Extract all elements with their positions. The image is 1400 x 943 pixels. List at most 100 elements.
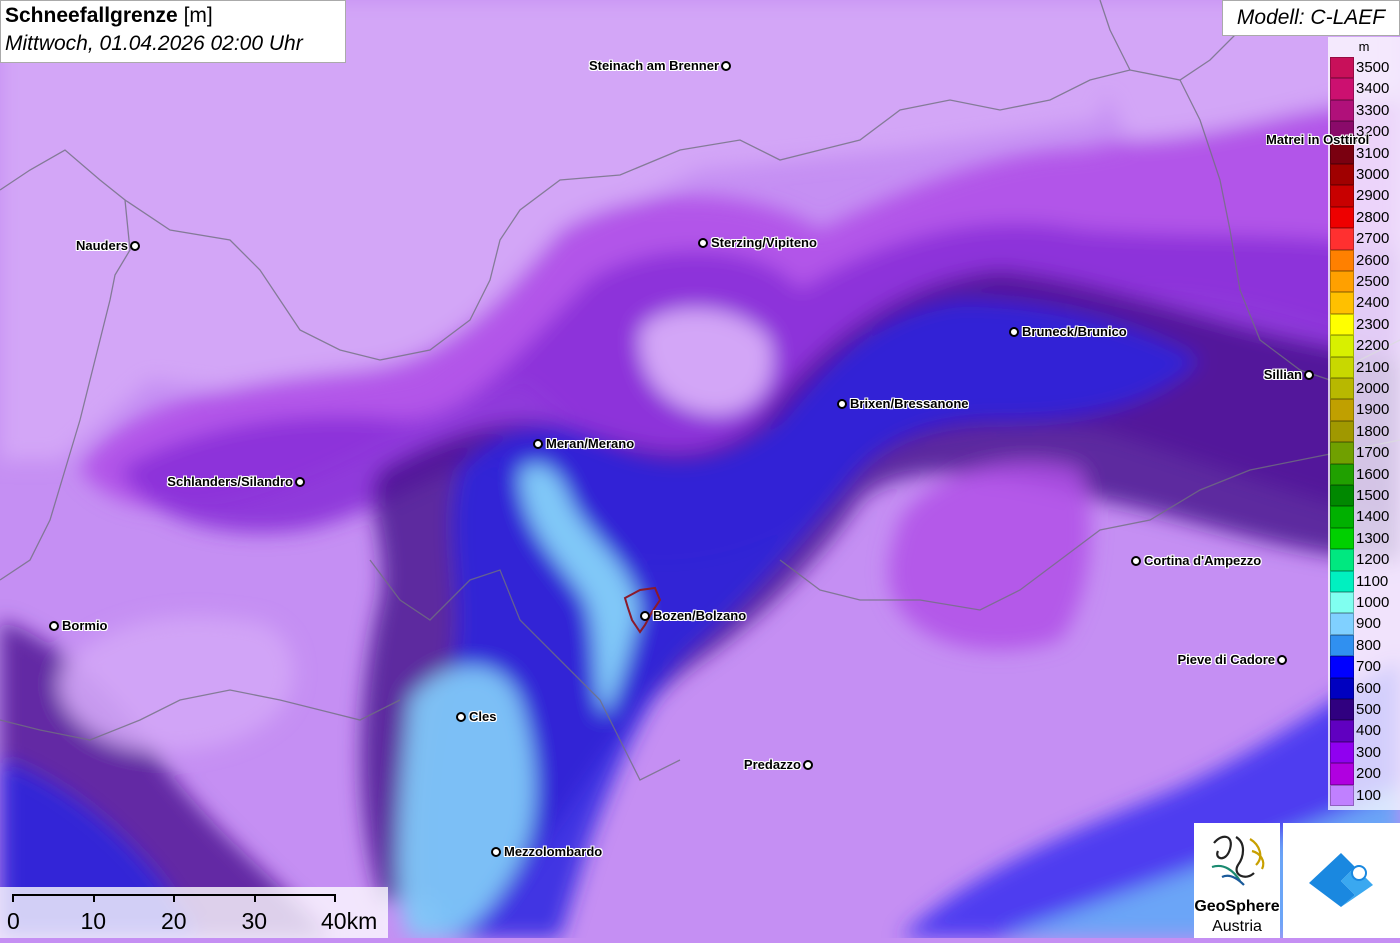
geosphere-logo[interactable]: GeoSphere Austria: [1194, 823, 1280, 938]
legend-entry: 1500: [1330, 485, 1400, 507]
legend-entry: 1000: [1330, 592, 1400, 614]
city-label[interactable]: Brixen/Bressanone: [850, 396, 969, 411]
scale-bar: 0 10 20 30 40km: [0, 887, 388, 938]
legend-swatch: [1330, 356, 1354, 378]
city-marker-icon[interactable]: [640, 611, 650, 621]
legend-entry: 300: [1330, 741, 1400, 764]
city-marker-icon[interactable]: [130, 241, 140, 251]
legend-swatch: [1330, 634, 1354, 657]
legend-entry: 1300: [1330, 527, 1400, 550]
city-marker-icon[interactable]: [1277, 655, 1287, 665]
legend-value: 3300: [1356, 101, 1390, 119]
city-marker-icon[interactable]: [295, 477, 305, 487]
legend-entry: 1400: [1330, 506, 1400, 528]
legend-swatch: [1330, 442, 1354, 464]
legend-entry: 2900: [1330, 185, 1400, 207]
scale-tick: [12, 894, 14, 902]
legend-entry: 400: [1330, 720, 1400, 742]
legend-swatch: [1330, 228, 1354, 250]
city-marker-icon[interactable]: [698, 238, 708, 248]
legend-swatch: [1330, 549, 1354, 571]
legend-entry: 2500: [1330, 271, 1400, 293]
legend-value: 100: [1356, 786, 1382, 804]
legend-swatch: [1330, 592, 1354, 614]
city-label[interactable]: Predazzo: [744, 757, 801, 772]
legend-swatch: [1330, 463, 1354, 485]
legend-swatch: [1330, 720, 1354, 742]
legend-swatch: [1330, 57, 1354, 79]
legend-swatch: [1330, 399, 1354, 421]
city-label[interactable]: Bormio: [62, 618, 108, 633]
legend-swatch: [1330, 78, 1354, 100]
legend-value: 300: [1356, 743, 1382, 761]
city-label[interactable]: Steinach am Brenner: [589, 58, 719, 73]
city-marker-icon[interactable]: [1131, 556, 1141, 566]
legend-entry: 2700: [1330, 228, 1400, 250]
legend-value: 1700: [1356, 444, 1390, 462]
legend-value: 900: [1356, 615, 1382, 633]
city-marker-icon[interactable]: [1009, 327, 1019, 337]
city-label[interactable]: Bozen/Bolzano: [653, 608, 746, 623]
legend-value: 700: [1356, 658, 1382, 676]
city-label[interactable]: Cortina d'Ampezzo: [1144, 553, 1261, 568]
geosphere-logo-text: GeoSphere Austria: [1194, 898, 1280, 935]
city-label[interactable]: Matrei in Osttirol: [1266, 132, 1369, 147]
legend-value: 1000: [1356, 594, 1390, 611]
scale-tick: [173, 894, 175, 902]
legend-entry: 3500: [1330, 57, 1400, 79]
scale-label: 40km: [321, 908, 378, 934]
city-label[interactable]: Nauders: [76, 238, 128, 253]
scale-label: 0: [7, 908, 20, 934]
city-label[interactable]: Meran/Merano: [546, 436, 634, 451]
scale-label: 10: [80, 908, 107, 934]
city-label[interactable]: Mezzolombardo: [504, 844, 602, 859]
legend-entry: 2200: [1330, 335, 1400, 357]
legend-value: 2000: [1356, 380, 1390, 397]
legend-entry: 1100: [1330, 570, 1400, 592]
city-label[interactable]: Schlanders/Silandro: [167, 474, 293, 489]
legend-value: 1200: [1356, 551, 1390, 569]
city-marker-icon[interactable]: [1304, 370, 1314, 380]
legend-swatch: [1330, 741, 1354, 764]
city-label[interactable]: Sillian: [1264, 367, 1302, 382]
legend-value: 2500: [1356, 273, 1390, 290]
legend-entry: 2000: [1330, 378, 1400, 400]
scale-label: 30: [241, 908, 268, 934]
legend-swatch: [1330, 313, 1354, 336]
legend-entry: 200: [1330, 763, 1400, 785]
city-marker-icon[interactable]: [456, 712, 466, 722]
city-marker-icon[interactable]: [533, 439, 543, 449]
legend-swatch: [1330, 527, 1354, 550]
legend-entry: 1800: [1330, 420, 1400, 443]
legend-value: 1100: [1356, 572, 1389, 590]
legend-swatch: [1330, 506, 1354, 528]
city-marker-icon[interactable]: [721, 61, 731, 71]
legend-unit: m: [1358, 39, 1370, 54]
city-marker-icon[interactable]: [491, 847, 501, 857]
weather-app-logo[interactable]: [1283, 823, 1400, 938]
legend-swatch: [1330, 763, 1354, 785]
legend-entry: 600: [1330, 677, 1400, 699]
color-legend: m 3500 3400 3300 3200 3100 3000 2900 2800 2700 26…: [1328, 37, 1400, 810]
city-marker-icon[interactable]: [837, 399, 847, 409]
legend-entry: 2600: [1330, 249, 1400, 271]
legend-value: 1800: [1356, 422, 1390, 440]
map-title: Schneefallgrenze [m]: [5, 4, 213, 27]
legend-value: 2700: [1356, 230, 1390, 248]
city-label[interactable]: Cles: [469, 709, 496, 724]
city-label[interactable]: Bruneck/Brunico: [1022, 324, 1127, 339]
geosphere-emblem-icon: [1211, 835, 1265, 886]
legend-entry: 1600: [1330, 463, 1400, 485]
city-marker-icon[interactable]: [49, 621, 59, 631]
legend-value: 1900: [1356, 401, 1390, 419]
scale-label: 20: [161, 908, 187, 934]
legend-swatch: [1330, 378, 1354, 400]
city-label[interactable]: Sterzing/Vipiteno: [711, 235, 817, 250]
legend-swatch: [1330, 613, 1354, 635]
legend-swatch: [1330, 99, 1354, 122]
legend-swatch: [1330, 699, 1354, 721]
city-label[interactable]: Pieve di Cadore: [1177, 652, 1275, 667]
snowfall-map[interactable]: [0, 0, 1400, 938]
city-marker-icon[interactable]: [803, 760, 813, 770]
legend-value: 1400: [1356, 508, 1390, 526]
